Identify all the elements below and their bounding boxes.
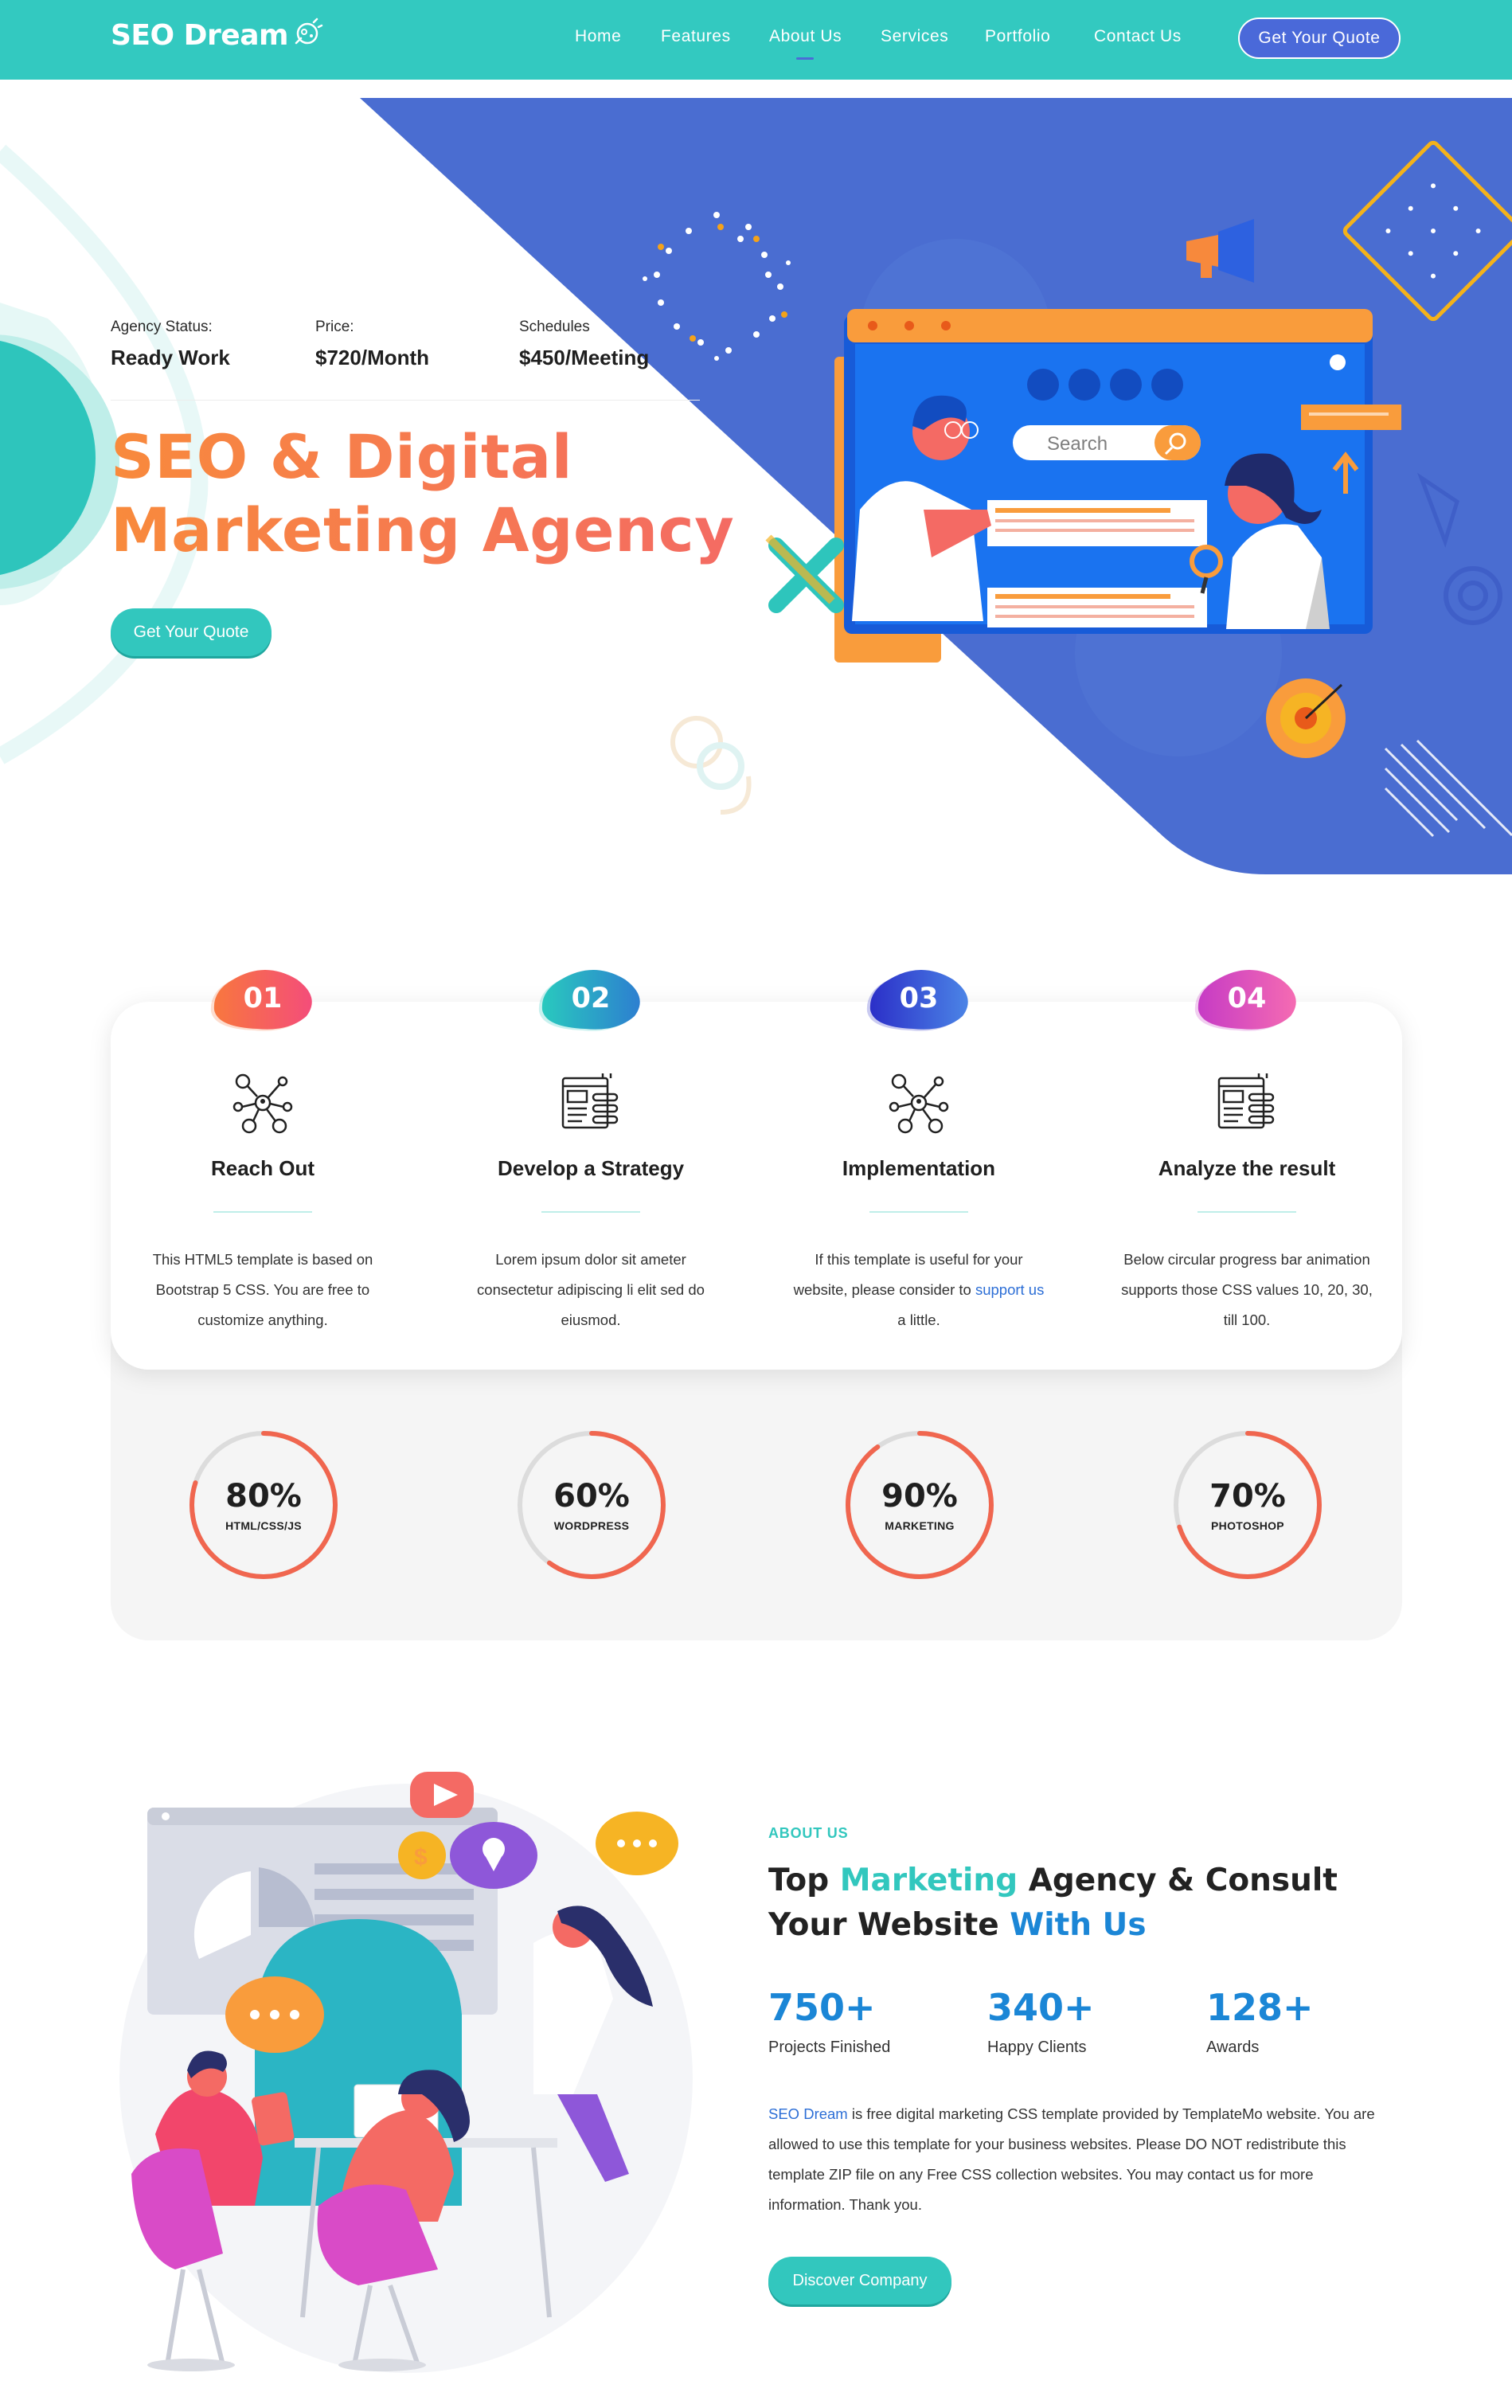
- stat-divider: [111, 400, 700, 401]
- about-title-highlight-teal: Marketing: [839, 1863, 1018, 1898]
- nav-services[interactable]: Services: [881, 27, 948, 46]
- feature-desc-after: a little.: [897, 1312, 940, 1328]
- counter-label-projects: Projects Finished: [768, 2039, 891, 2056]
- about-kicker: ABOUT US: [768, 1825, 849, 1841]
- progress-label: MARKETING: [885, 1519, 955, 1532]
- stat-label-price: Price:: [315, 319, 354, 335]
- network-people-icon: [232, 1073, 293, 1134]
- progress-label: HTML/CSS/JS: [225, 1519, 302, 1532]
- coin-dollar-icon: $: [414, 1844, 428, 1870]
- feature-divider: [213, 1211, 312, 1213]
- counter-label-awards: Awards: [1206, 2039, 1260, 2056]
- nav-home[interactable]: Home: [575, 27, 621, 46]
- feature-divider: [541, 1211, 640, 1213]
- hero-title-line1: SEO & Digital: [111, 421, 573, 492]
- nav-active-indicator: [796, 57, 814, 60]
- about-team-illustration: $: [119, 1772, 693, 2373]
- feature-number: 04: [1227, 983, 1267, 1014]
- support-us-link[interactable]: support us: [975, 1281, 1044, 1298]
- feature-description: If this template is useful for your webs…: [787, 1245, 1050, 1335]
- nav-contact-us[interactable]: Contact Us: [1094, 27, 1182, 46]
- feature-title: Reach Out: [210, 1156, 315, 1180]
- progress-value: 70%: [1209, 1478, 1286, 1515]
- about-title-highlight-blue: With Us: [1010, 1907, 1147, 1943]
- progress-value: 90%: [881, 1478, 958, 1515]
- progress-ring: 70% PHOTOSHOP: [1168, 1425, 1327, 1585]
- counter-label-clients: Happy Clients: [987, 2039, 1087, 2056]
- feature-description: Lorem ipsum dolor sit ameter consectetur…: [477, 1251, 705, 1328]
- feature-number-badge: 03: [865, 965, 972, 1032]
- stat-label-schedules: Schedules: [519, 319, 590, 335]
- logo-rocket-icon: [295, 18, 323, 45]
- feature-title: Implementation: [842, 1156, 996, 1180]
- stat-value-price: $720/Month: [315, 346, 430, 369]
- feature-number-badge: 04: [1194, 965, 1300, 1032]
- stat-label-agency-status: Agency Status:: [111, 319, 213, 335]
- about-title: Top Marketing Agency & Consult Your Webs…: [768, 1859, 1405, 1948]
- illustration-search-placeholder: Search: [1047, 433, 1108, 455]
- about-title-part1: Top: [768, 1863, 840, 1898]
- feature-number: 03: [899, 983, 939, 1014]
- progress-ring: 90% MARKETING: [840, 1425, 999, 1585]
- header-quote-button[interactable]: Get Your Quote: [1238, 18, 1401, 59]
- top-navbar: SEO Dream Home Features About Us Service…: [0, 0, 1512, 80]
- feature-description: Below circular progress bar animation su…: [1121, 1251, 1373, 1328]
- hero-title: SEO & Digital Marketing Agency: [111, 420, 748, 567]
- counter-value-projects: 750+: [768, 1986, 876, 2029]
- browser-window-icon: [1217, 1073, 1275, 1129]
- about-description-text: is free digital marketing CSS template p…: [768, 2105, 1375, 2213]
- progress-label: PHOTOSHOP: [1211, 1519, 1284, 1532]
- logo-text[interactable]: SEO Dream: [111, 19, 289, 52]
- nav-features[interactable]: Features: [661, 27, 731, 46]
- progress-ring: 60% WORDPRESS: [512, 1425, 671, 1585]
- progress-label: WORDPRESS: [553, 1519, 630, 1532]
- progress-value: 60%: [553, 1478, 630, 1515]
- discover-company-button[interactable]: Discover Company: [768, 2257, 951, 2304]
- page: { "header": { "logo": "SEO Dream", "nav"…: [0, 0, 1512, 2408]
- feature-number-badge: 02: [537, 965, 644, 1032]
- progress-ring: 80% HTML/CSS/JS: [184, 1425, 343, 1585]
- feature-column: 03 Implementation If this template is usef…: [755, 965, 1083, 1335]
- feature-column: 02 Develop a Strategy Lorem ipsum dolor si…: [427, 965, 755, 1335]
- feature-number-badge: 01: [209, 965, 316, 1032]
- about-description: SEO Dream is free digital marketing CSS …: [768, 2099, 1389, 2220]
- feature-description: This HTML5 template is based on Bootstra…: [152, 1251, 373, 1328]
- feature-column: 01 Reach Out This HTML5 template is based …: [99, 965, 427, 1335]
- hero-quote-button[interactable]: Get Your Quote: [111, 608, 272, 656]
- about-seo-dream-link[interactable]: SEO Dream: [768, 2105, 848, 2122]
- feature-divider: [869, 1211, 968, 1213]
- feature-column: 04 Analyze the result Below circular progr…: [1083, 965, 1411, 1335]
- stat-value-schedules: $450/Meeting: [519, 346, 650, 369]
- feature-divider: [1197, 1211, 1296, 1213]
- nav-portfolio[interactable]: Portfolio: [985, 27, 1050, 46]
- feature-title: Analyze the result: [1158, 1156, 1336, 1180]
- browser-window-icon: [561, 1073, 619, 1129]
- feature-number: 01: [243, 983, 283, 1014]
- nav-about-us[interactable]: About Us: [769, 27, 842, 46]
- stat-value-agency-status: Ready Work: [111, 346, 230, 369]
- feature-number: 02: [571, 983, 611, 1014]
- network-people-icon: [889, 1073, 949, 1134]
- counter-value-awards: 128+: [1206, 1986, 1314, 2029]
- progress-value: 80%: [225, 1478, 302, 1515]
- hero-title-line2: Marketing Agency: [111, 494, 735, 565]
- feature-title: Develop a Strategy: [497, 1156, 685, 1180]
- counter-value-clients: 340+: [987, 1986, 1095, 2029]
